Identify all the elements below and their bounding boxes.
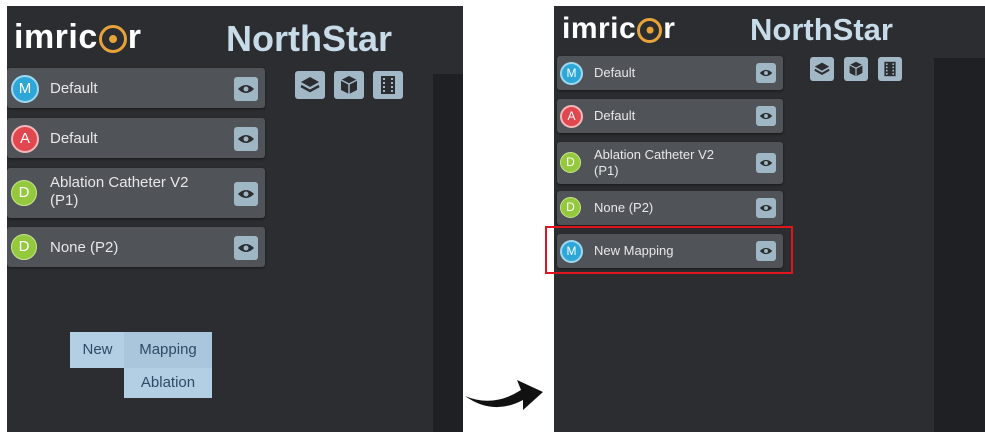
eye-icon <box>238 85 254 93</box>
cube-button[interactable] <box>844 57 868 81</box>
layer-label: None (P2) <box>50 239 119 256</box>
layer-label: Ablation Catheter V2 (P1) <box>50 174 189 209</box>
visibility-toggle[interactable] <box>756 198 776 218</box>
viewport-area <box>433 74 463 432</box>
viewport-area <box>934 58 985 432</box>
visibility-toggle[interactable] <box>234 182 258 206</box>
logo-o-icon <box>637 17 663 43</box>
layer-label: Default <box>50 130 98 147</box>
mapping-badge: M <box>11 75 39 103</box>
before-panel: imric r NorthStar M Default A Default D … <box>7 6 463 432</box>
eye-icon <box>759 159 773 167</box>
film-button[interactable] <box>373 71 403 99</box>
transition-arrow-icon <box>465 380 543 410</box>
device-badge: D <box>560 152 581 173</box>
menu-option-mapping[interactable]: Mapping <box>124 332 212 368</box>
northstar-brand: NorthStar <box>226 18 393 59</box>
layer-row[interactable]: A Default <box>7 118 265 158</box>
film-button[interactable] <box>878 57 902 81</box>
eye-icon <box>759 69 773 77</box>
layers-button[interactable] <box>295 71 325 99</box>
layer-label: Ablation Catheter V2 (P1) <box>594 147 714 178</box>
visibility-toggle[interactable] <box>756 63 776 83</box>
northstar-brand: NorthStar <box>750 12 893 47</box>
anatomy-badge: A <box>560 105 583 128</box>
layer-row[interactable]: A Default <box>557 99 783 133</box>
cube-button[interactable] <box>334 71 364 99</box>
visibility-toggle[interactable] <box>756 153 776 173</box>
layer-row[interactable]: D Ablation Catheter V2 (P1) <box>7 168 265 218</box>
imricor-logo: imric r <box>562 12 676 45</box>
cube-icon <box>849 61 863 77</box>
eye-icon <box>759 112 773 120</box>
layer-row[interactable]: M Default <box>557 56 783 90</box>
film-icon <box>381 76 395 94</box>
layer-row[interactable]: D None (P2) <box>557 191 783 225</box>
eye-icon <box>238 244 254 252</box>
visibility-toggle[interactable] <box>234 236 258 260</box>
mapping-badge: M <box>560 62 583 85</box>
layer-row[interactable]: D Ablation Catheter V2 (P1) <box>557 142 783 184</box>
new-menu-button[interactable]: New <box>70 332 125 368</box>
anatomy-badge: A <box>11 125 39 153</box>
after-panel: imric r NorthStar M Default A Default D … <box>554 6 985 432</box>
eye-icon <box>238 190 254 198</box>
logo-o-icon <box>98 25 127 54</box>
visibility-toggle[interactable] <box>234 127 258 151</box>
layer-label: Default <box>594 65 636 80</box>
layers-icon <box>814 62 830 75</box>
layers-icon <box>300 77 320 93</box>
device-badge: D <box>11 234 37 260</box>
layer-row[interactable]: D None (P2) <box>7 227 265 267</box>
eye-icon <box>238 135 254 143</box>
layer-label: None (P2) <box>594 200 654 215</box>
cube-icon <box>340 76 358 94</box>
layers-button[interactable] <box>810 57 834 81</box>
device-badge: D <box>560 197 581 218</box>
imricor-logo: imric r <box>14 18 142 56</box>
layer-label: Default <box>50 80 98 97</box>
film-icon <box>884 61 896 77</box>
highlight-box <box>545 226 793 274</box>
layer-row[interactable]: M Default <box>7 68 265 108</box>
device-badge: D <box>11 180 37 206</box>
menu-option-ablation[interactable]: Ablation <box>124 368 212 398</box>
layer-label: Default <box>594 108 636 123</box>
eye-icon <box>759 204 773 212</box>
visibility-toggle[interactable] <box>756 106 776 126</box>
visibility-toggle[interactable] <box>234 77 258 101</box>
